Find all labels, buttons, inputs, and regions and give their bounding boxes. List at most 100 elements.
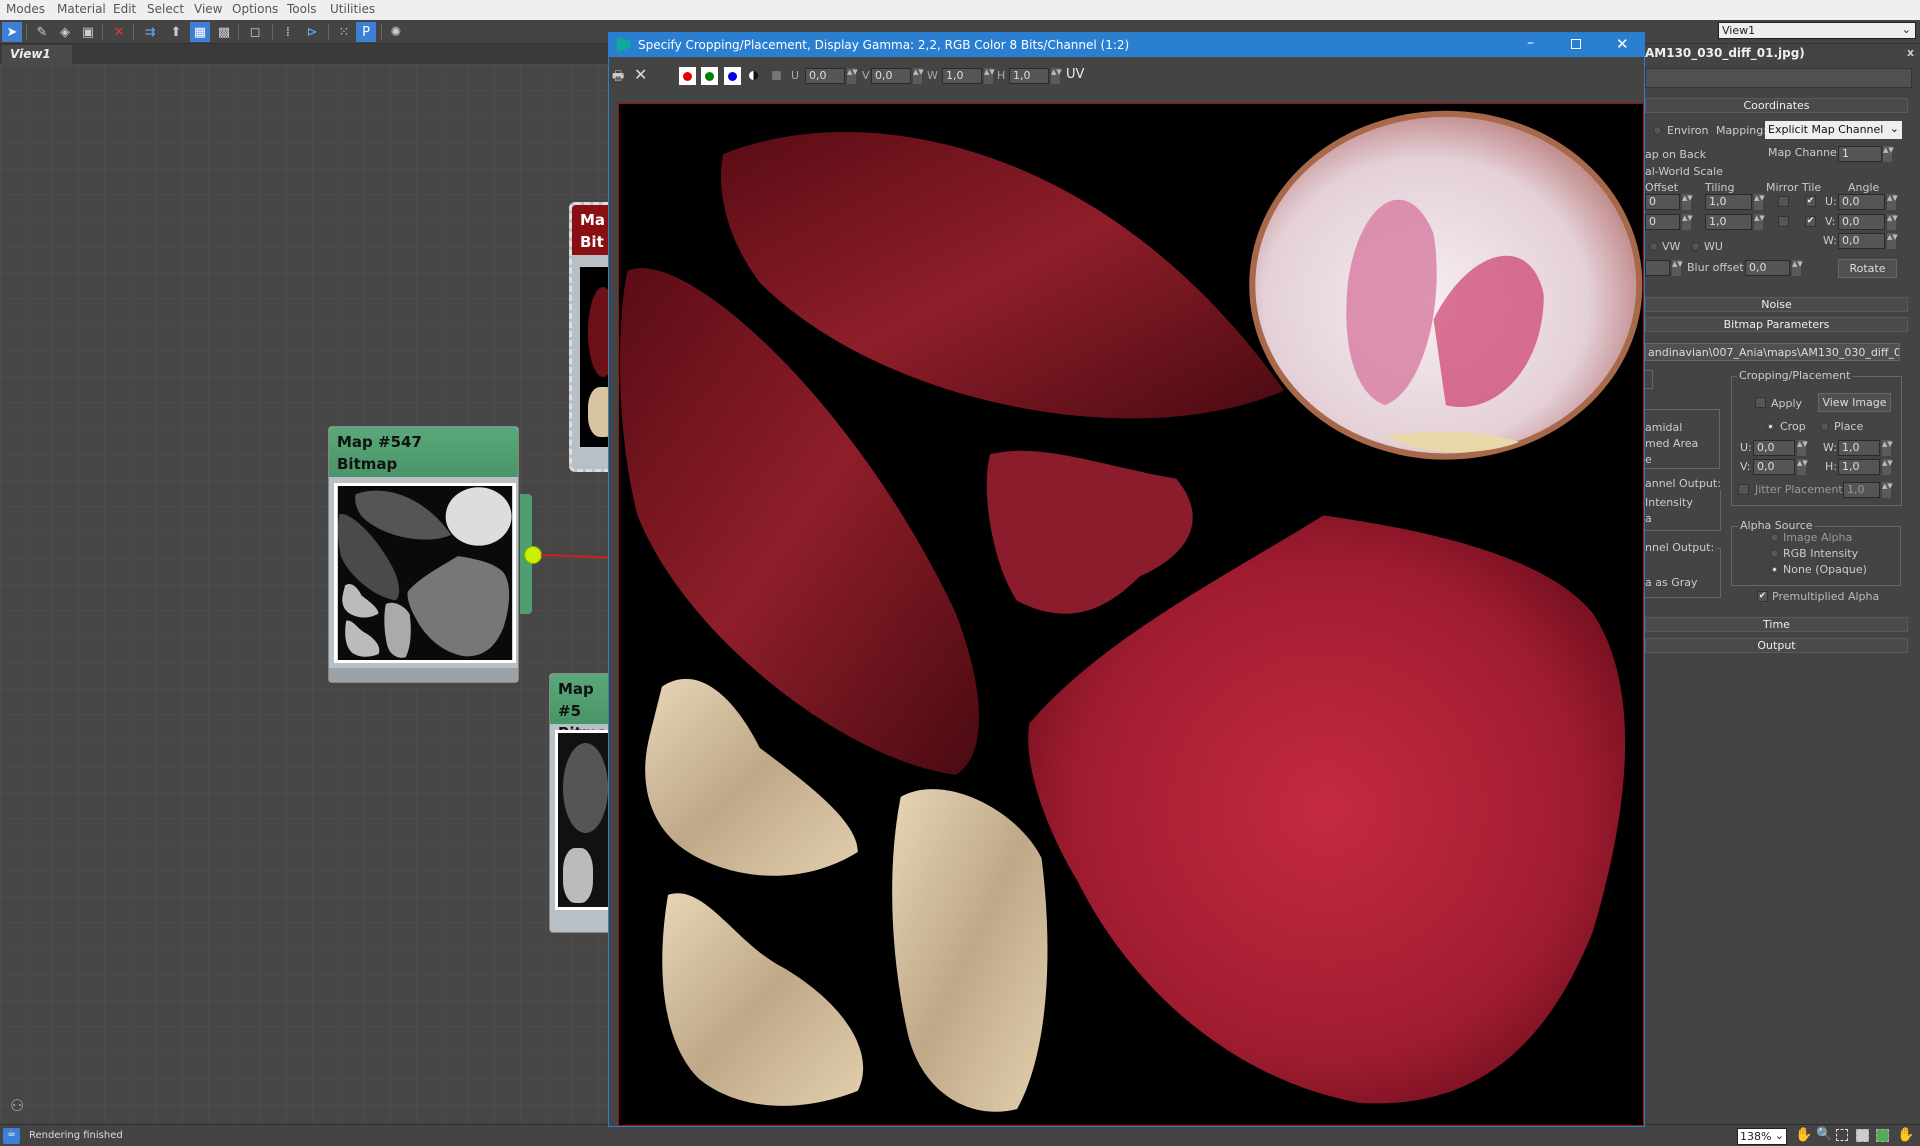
tile-v-checkbox[interactable]: ✔ bbox=[1805, 216, 1816, 227]
parameter-editor-icon[interactable]: P bbox=[356, 22, 376, 42]
environ-radio[interactable] bbox=[1653, 126, 1662, 135]
premultiplied-alpha-checkbox[interactable]: ✔ bbox=[1757, 591, 1768, 602]
angle-w-field[interactable]: 0,0 bbox=[1838, 233, 1885, 249]
zoom-region-icon[interactable] bbox=[1836, 1129, 1848, 1141]
blur-field[interactable] bbox=[1645, 260, 1670, 276]
pan-hand-alt-icon[interactable]: ✋ bbox=[1897, 1127, 1914, 1143]
image-alpha-radio[interactable] bbox=[1770, 533, 1779, 542]
blur-offset-spinner[interactable]: ▲▼ bbox=[1792, 260, 1803, 276]
angle-w-spinner[interactable]: ▲▼ bbox=[1887, 233, 1898, 249]
print-icon[interactable]: 🖶 bbox=[612, 67, 624, 89]
maximize-button[interactable] bbox=[1571, 39, 1581, 49]
u-field[interactable]: 0,0 bbox=[805, 68, 845, 84]
blur-offset-field[interactable]: 0,0 bbox=[1745, 260, 1790, 276]
dialog-title-bar[interactable]: Specify Cropping/Placement, Display Gamm… bbox=[609, 33, 1644, 57]
tile-u-checkbox[interactable]: ✔ bbox=[1805, 196, 1816, 207]
bitmap-path-button[interactable]: andinavian\007_Ania\maps\AM130_030_diff_… bbox=[1645, 343, 1900, 361]
rollout-output[interactable]: Output bbox=[1645, 638, 1908, 653]
select-arrow-icon[interactable]: ➤ bbox=[2, 22, 22, 42]
layout-all-icon[interactable]: ◻ bbox=[245, 22, 265, 42]
alpha-channel-icon[interactable] bbox=[772, 71, 781, 80]
red-channel-button[interactable] bbox=[679, 67, 696, 85]
angle-u-spinner[interactable]: ▲▼ bbox=[1887, 194, 1898, 210]
rollout-time[interactable]: Time bbox=[1645, 617, 1908, 632]
material-map-navigator-icon[interactable]: ✺ bbox=[386, 22, 406, 42]
tiling-v-field[interactable]: 1,0 bbox=[1705, 214, 1752, 230]
map-channel-field[interactable]: 1 bbox=[1838, 146, 1882, 162]
crop-w-spinner[interactable]: ▲▼ bbox=[1882, 440, 1893, 456]
green-channel-button[interactable] bbox=[701, 67, 718, 85]
monochrome-icon[interactable] bbox=[749, 71, 758, 80]
angle-v-spinner[interactable]: ▲▼ bbox=[1887, 214, 1898, 230]
rollout-noise[interactable]: Noise bbox=[1645, 297, 1908, 312]
pan-hand-icon[interactable]: ✋ bbox=[1795, 1127, 1812, 1143]
move-children-icon[interactable]: ⇉ bbox=[140, 22, 160, 42]
hide-unused-icon[interactable]: ⁞ bbox=[278, 22, 298, 42]
angle-v-field[interactable]: 0,0 bbox=[1838, 214, 1885, 230]
menu-select[interactable]: Select bbox=[147, 2, 184, 16]
view-dropdown[interactable]: View1 ⌄ bbox=[1718, 22, 1916, 39]
vw-radio[interactable] bbox=[1649, 242, 1658, 251]
zoom-dropdown[interactable]: 138% ⌄ bbox=[1737, 1128, 1787, 1145]
u-spinner[interactable]: ▲▼ bbox=[847, 68, 858, 84]
apply-checkbox[interactable] bbox=[1755, 397, 1766, 408]
menu-edit[interactable]: Edit bbox=[113, 2, 136, 16]
rgb-intensity-radio[interactable] bbox=[1770, 549, 1779, 558]
render-teapot-icon[interactable]: ☕ bbox=[3, 1128, 20, 1144]
clear-icon[interactable]: ✕ bbox=[634, 65, 647, 84]
jitter-placement-field[interactable]: 1,0 bbox=[1843, 482, 1880, 498]
w-spinner[interactable]: ▲▼ bbox=[984, 68, 995, 84]
rollout-coordinates[interactable]: Coordinates bbox=[1645, 98, 1908, 113]
offset-v-spinner[interactable]: ▲▼ bbox=[1682, 214, 1693, 230]
menu-modes[interactable]: Modes bbox=[6, 2, 45, 16]
mirror-v-checkbox[interactable] bbox=[1778, 216, 1789, 227]
mapping-dropdown[interactable]: Explicit Map Channel ⌄ bbox=[1765, 121, 1902, 139]
h-spinner[interactable]: ▲▼ bbox=[1051, 68, 1062, 84]
menu-utilities[interactable]: Utilities bbox=[330, 2, 375, 16]
show-map-in-viewport-icon[interactable]: ▦ bbox=[190, 22, 210, 42]
bitmap-node-map-547[interactable]: Map #547 Bitmap bbox=[328, 426, 519, 683]
crop-u-spinner[interactable]: ▲▼ bbox=[1797, 440, 1808, 456]
tiling-v-spinner[interactable]: ▲▼ bbox=[1754, 214, 1765, 230]
uv-toggle[interactable]: UV bbox=[1066, 67, 1084, 82]
crop-radio[interactable] bbox=[1766, 422, 1775, 431]
close-button[interactable]: ✕ bbox=[1616, 35, 1629, 53]
crop-h-field[interactable]: 1,0 bbox=[1838, 459, 1880, 475]
tab-view1[interactable]: View1 bbox=[2, 45, 72, 64]
tiling-u-spinner[interactable]: ▲▼ bbox=[1754, 194, 1765, 210]
v-spinner[interactable]: ▲▼ bbox=[913, 68, 924, 84]
layout-icon[interactable]: ⬆ bbox=[166, 22, 186, 42]
menu-material[interactable]: Material bbox=[57, 2, 106, 16]
output-socket[interactable] bbox=[524, 546, 542, 564]
menu-tools[interactable]: Tools bbox=[287, 2, 317, 16]
place-radio[interactable] bbox=[1820, 422, 1829, 431]
show-background-icon[interactable]: ▩ bbox=[214, 22, 234, 42]
assign-material-icon[interactable]: ▣ bbox=[78, 22, 98, 42]
angle-u-field[interactable]: 0,0 bbox=[1838, 194, 1885, 210]
offset-v-field[interactable]: 0 bbox=[1645, 214, 1680, 230]
map-channel-spinner[interactable]: ▲▼ bbox=[1883, 146, 1894, 162]
rollout-bitmap-parameters[interactable]: Bitmap Parameters bbox=[1645, 317, 1908, 332]
menu-view[interactable]: View bbox=[194, 2, 222, 16]
map-name-field[interactable] bbox=[1645, 68, 1912, 88]
zoom-extents-selected-icon[interactable] bbox=[1876, 1129, 1889, 1142]
rotate-button[interactable]: Rotate bbox=[1838, 259, 1897, 278]
crop-u-field[interactable]: 0,0 bbox=[1753, 440, 1795, 456]
blue-channel-button[interactable] bbox=[724, 67, 741, 85]
jitter-placement-checkbox[interactable] bbox=[1738, 484, 1749, 495]
select-by-material-icon[interactable]: ⁙ bbox=[334, 22, 354, 42]
delete-icon[interactable]: ✕ bbox=[109, 22, 129, 42]
crop-w-field[interactable]: 1,0 bbox=[1838, 440, 1880, 456]
bitmap-image-view[interactable] bbox=[618, 103, 1644, 1126]
crop-v-spinner[interactable]: ▲▼ bbox=[1797, 459, 1808, 475]
menu-options[interactable]: Options bbox=[232, 2, 278, 16]
binoculars-icon[interactable]: ⚇ bbox=[10, 1096, 24, 1115]
view-image-button[interactable]: View Image bbox=[1818, 393, 1891, 412]
minimize-button[interactable]: – bbox=[1527, 35, 1534, 51]
v-field[interactable]: 0,0 bbox=[871, 68, 911, 84]
zoom-extents-icon[interactable] bbox=[1856, 1129, 1869, 1142]
wu-radio[interactable] bbox=[1691, 242, 1700, 251]
jitter-placement-spinner[interactable]: ▲▼ bbox=[1882, 482, 1893, 498]
reload-button[interactable] bbox=[1645, 370, 1653, 389]
crop-h-spinner[interactable]: ▲▼ bbox=[1882, 459, 1893, 475]
